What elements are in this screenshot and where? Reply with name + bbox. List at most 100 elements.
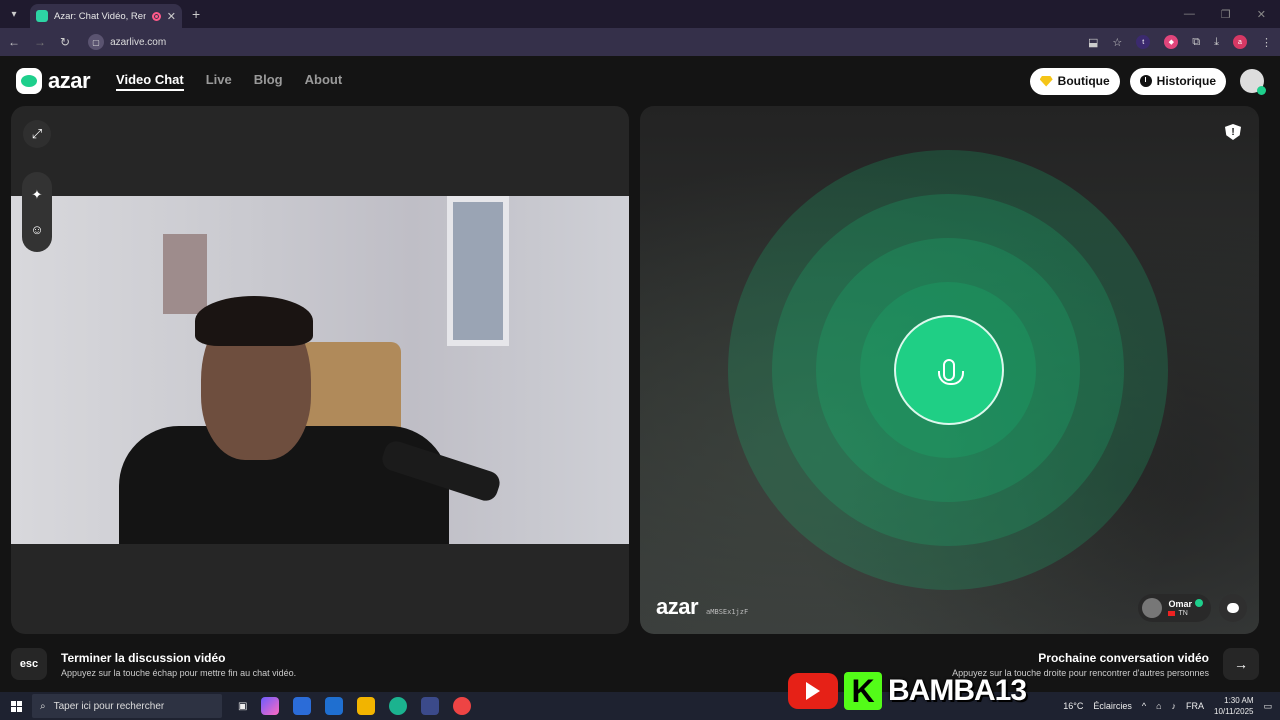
download-icon[interactable]: ⤓ <box>1214 36 1219 49</box>
windows-taskbar: ⌕ Taper ici pour rechercher ▣ 16°C Éclai… <box>0 692 1280 720</box>
search-icon: ⌕ <box>40 700 46 712</box>
extension-shield-icon[interactable]: ◆ <box>1164 35 1179 49</box>
profile-icon[interactable]: a <box>1233 35 1247 49</box>
browser-tab[interactable]: Azar: Chat Vidéo, Rencontre ✕ <box>30 4 182 28</box>
history-clock-icon <box>1139 75 1152 87</box>
network-icon[interactable]: ⌂ <box>1156 701 1161 711</box>
azar-logo-icon <box>16 68 42 94</box>
tray-chevron-icon[interactable]: ^ <box>1142 701 1146 711</box>
install-app-icon[interactable]: ⬓ <box>1088 36 1098 49</box>
partner-video-panel: ! azar aMBSEx1jzF Omar TN <box>640 106 1259 634</box>
nav-link-about[interactable]: About <box>305 72 343 91</box>
taskbar-apps: ▣ <box>238 697 472 715</box>
browser-menu-icon[interactable]: ⋮ <box>1261 36 1272 49</box>
boutique-button[interactable]: Boutique <box>1029 67 1120 95</box>
forward-icon[interactable]: → <box>34 35 46 49</box>
notification-icon[interactable]: ▭ <box>1263 701 1272 712</box>
windows-logo-icon <box>10 700 22 712</box>
verified-badge-icon <box>1195 598 1203 607</box>
partner-country: TN <box>1168 609 1203 618</box>
close-tab-icon[interactable]: ✕ <box>167 10 176 23</box>
search-placeholder: Taper ici pour rechercher <box>53 700 165 712</box>
expand-icon: ⤢ <box>31 126 43 141</box>
partner-name: Omar <box>1168 598 1203 609</box>
nav-link-blog[interactable]: Blog <box>254 72 283 91</box>
extension-icons: ⬓ ☆ t ◆ ⧉ ⤓ a ⋮ <box>1088 35 1272 49</box>
start-button[interactable] <box>0 700 32 712</box>
esc-key-button[interactable]: esc <box>11 648 47 680</box>
volume-icon[interactable]: ♪ <box>1172 701 1177 711</box>
end-chat-title: Terminer la discussion vidéo <box>61 650 226 665</box>
youtube-icon <box>788 673 838 709</box>
weather-text: Éclaircies <box>1093 701 1132 711</box>
watermark-id: aMBSEx1jzF <box>706 608 749 616</box>
self-video-panel: ⤢ ✦ ☺ <box>11 106 629 634</box>
back-icon[interactable]: ← <box>8 35 20 49</box>
new-tab-button[interactable]: + <box>192 6 200 22</box>
close-window-icon[interactable]: ✕ <box>1257 8 1266 21</box>
date: 10/11/2025 <box>1214 707 1254 716</box>
end-chat-subtitle: Appuyez sur la touche échap pour mettre … <box>61 667 297 678</box>
nav-link-live[interactable]: Live <box>206 72 232 91</box>
minimize-icon[interactable]: — <box>1184 8 1195 21</box>
azar-page: azar Video Chat Live Blog About Boutique… <box>0 56 1280 692</box>
store-icon[interactable] <box>293 697 312 715</box>
tab-title: Azar: Chat Vidéo, Rencontre <box>54 10 146 22</box>
restore-icon[interactable]: ❐ <box>1221 8 1231 21</box>
partner-info-chip[interactable]: Omar TN <box>1138 594 1211 622</box>
task-view-icon[interactable]: ▣ <box>238 701 247 712</box>
copilot-icon[interactable] <box>261 697 280 715</box>
extensions-puzzle-icon[interactable]: ⧉ <box>1192 36 1200 49</box>
chrome-icon[interactable] <box>453 697 472 715</box>
file-explorer-icon[interactable] <box>357 697 376 715</box>
face-filter-icon[interactable]: ☺ <box>30 222 43 237</box>
historique-label: Historique <box>1156 74 1216 88</box>
boutique-label: Boutique <box>1057 74 1110 88</box>
chat-bubble-icon <box>1227 603 1239 613</box>
nav-links: Video Chat Live Blog About <box>116 72 342 91</box>
tab-search-icon[interactable]: ▾ <box>0 0 28 28</box>
address-bar: ← → ↻ ▢ azarlive.com ⬓ ☆ t ◆ ⧉ ⤓ a ⋮ <box>0 28 1280 56</box>
window-controls: — ❐ ✕ <box>1184 8 1280 21</box>
time: 1:30 AM <box>1224 696 1254 705</box>
extension-t-icon[interactable]: t <box>1136 35 1151 49</box>
mail-icon[interactable] <box>325 697 344 715</box>
taskbar-clock[interactable]: 1:30 AM 10/11/2025 <box>1214 695 1253 717</box>
self-camera-feed <box>11 196 629 544</box>
language[interactable]: FRA <box>1186 701 1204 711</box>
nav-link-video-chat[interactable]: Video Chat <box>116 72 184 91</box>
weather-temp: 16°C <box>1063 701 1084 711</box>
camera-tools: ✦ ☺ <box>22 172 52 252</box>
browser-tab-bar: ▾ Azar: Chat Vidéo, Rencontre ✕ + — ❐ ✕ <box>0 0 1280 28</box>
user-avatar[interactable] <box>1240 69 1266 95</box>
edge-icon[interactable] <box>389 697 408 715</box>
streamer-name: BAMBA13 <box>888 674 1027 707</box>
url-field[interactable]: ▢ azarlive.com <box>88 34 1074 50</box>
next-chat-title: Prochaine conversation vidéo <box>1038 650 1209 665</box>
partner-avatar <box>1142 598 1163 618</box>
system-tray: 16°C Éclaircies ^ ⌂ ♪ FRA 1:30 AM 10/11/… <box>1063 695 1280 717</box>
site-info-icon[interactable]: ▢ <box>88 34 105 50</box>
kick-icon: K <box>844 672 882 710</box>
bookmark-star-icon[interactable]: ☆ <box>1112 36 1122 49</box>
chat-button[interactable] <box>1219 594 1247 622</box>
streamer-overlay: K BAMBA13 <box>788 672 1027 710</box>
historique-button[interactable]: Historique <box>1129 67 1226 95</box>
reload-icon[interactable]: ↻ <box>60 35 70 49</box>
end-chat-hint: esc Terminer la discussion vidéo Appuyez… <box>11 648 296 680</box>
flag-icon <box>1168 610 1176 616</box>
top-nav: azar Video Chat Live Blog About Boutique… <box>0 56 1280 106</box>
recording-icon <box>151 11 161 21</box>
next-arrow-button[interactable]: → <box>1223 648 1259 680</box>
expand-button[interactable]: ⤢ <box>23 120 51 148</box>
microphone-icon <box>938 359 964 385</box>
app-icon[interactable] <box>421 697 440 715</box>
partner-watermark: azar aMBSEx1jzF <box>656 594 748 620</box>
sparkle-effects-icon[interactable]: ✦ <box>32 187 43 203</box>
gem-icon <box>1039 75 1053 87</box>
azar-logo[interactable]: azar <box>16 68 91 94</box>
voice-mic-button[interactable] <box>894 315 1004 425</box>
url-text: azarlive.com <box>110 36 167 48</box>
logo-text: azar <box>48 68 91 93</box>
taskbar-search[interactable]: ⌕ Taper ici pour rechercher <box>32 694 222 718</box>
